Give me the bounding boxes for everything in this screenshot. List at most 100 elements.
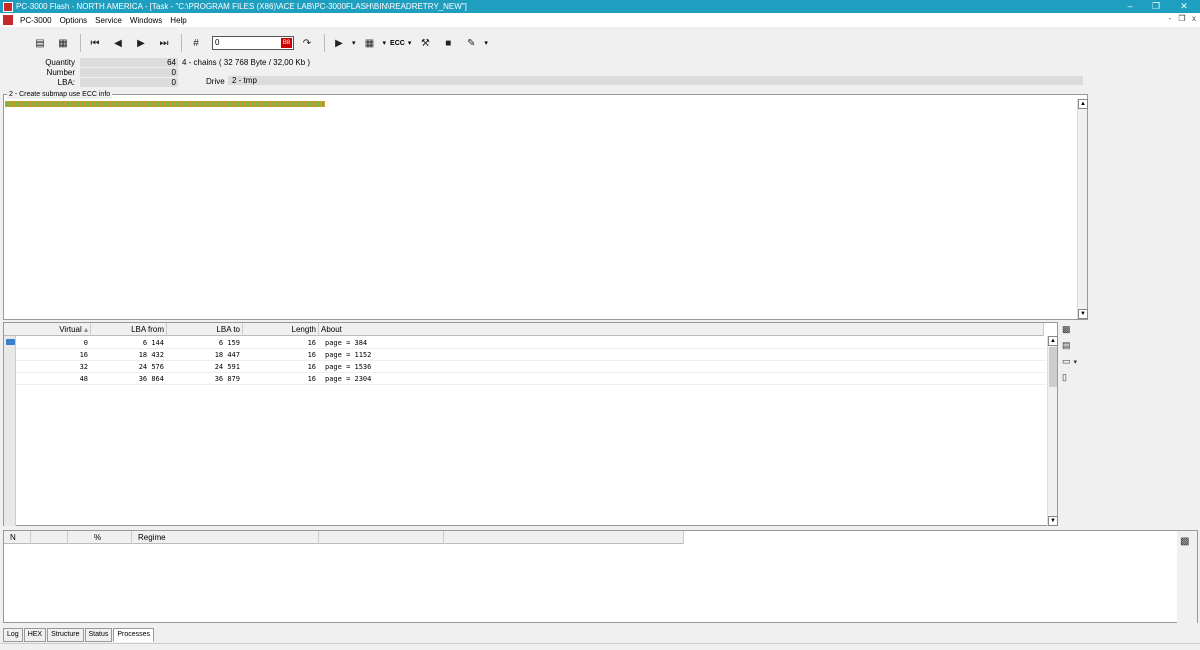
last-page-icon[interactable]: ⏭	[154, 33, 174, 53]
goto-input[interactable]: 0 B8	[212, 36, 294, 50]
header-percent[interactable]: %	[68, 531, 132, 544]
cell-lba-to: 6 159	[218, 339, 240, 347]
ecc-dropdown-icon[interactable]: ▾	[408, 39, 412, 47]
maximize-button[interactable]: ❐	[1142, 0, 1170, 13]
menu-windows[interactable]: Windows	[126, 16, 166, 25]
add-entry-icon[interactable]: ▩	[1062, 324, 1076, 336]
cell-lba-to: 24 591	[214, 363, 240, 371]
tab-status[interactable]: Status	[84, 628, 113, 642]
scroll-down-icon[interactable]: ▼	[1048, 516, 1058, 526]
grid-view-icon[interactable]: ▦	[360, 33, 380, 53]
tab-hex[interactable]: HEX	[23, 628, 47, 642]
cell-virtual: 32	[79, 363, 88, 371]
header-col5[interactable]	[319, 531, 444, 544]
table-tools: ▩ ▤ ▭ ▾ ▯	[1062, 324, 1092, 388]
toolbar: ▤ ▦ ⏮ ◀ ▶ ⏭ # 0 B8 ↷ ▶ ▾ ▦ ▾ ECC ▾ ⚒ ■ ✎…	[0, 30, 1200, 56]
number-label: Number	[46, 68, 75, 77]
scroll-up-icon[interactable]: ▲	[1048, 336, 1058, 346]
play-icon[interactable]: ▶	[329, 33, 349, 53]
header-about[interactable]: About	[319, 323, 1044, 336]
header-blank[interactable]	[31, 531, 68, 544]
tab-processes[interactable]: Processes	[113, 628, 155, 642]
play-dropdown-icon[interactable]: ▾	[352, 39, 356, 47]
toolbar-separator	[324, 34, 325, 52]
processes-header: N % Regime	[4, 531, 684, 544]
table-row[interactable]: 48 36 864 36 879 16 page = 2304	[16, 373, 1046, 385]
toolbar-separator	[80, 34, 81, 52]
grid-dropdown-icon[interactable]: ▾	[383, 39, 387, 47]
header-col6[interactable]	[444, 531, 684, 544]
status-line	[0, 643, 1200, 650]
processes-panel: N % Regime ▩	[3, 530, 1198, 623]
table-row[interactable]: 32 24 576 24 591 16 page = 1536	[16, 361, 1046, 373]
ecc-button[interactable]: ECC	[390, 40, 405, 47]
quantity-value: 64	[80, 58, 178, 67]
processes-side: ▩	[1177, 531, 1197, 623]
quantity-label: Quantity	[45, 58, 75, 67]
mdi-restore-button[interactable]: ❐	[1176, 14, 1188, 23]
bottom-tabs: Log HEX Structure Status Processes	[3, 628, 155, 642]
tab-log[interactable]: Log	[3, 628, 23, 642]
export-icon[interactable]: ↷	[297, 33, 317, 53]
cell-length: 16	[307, 351, 316, 359]
next-page-icon[interactable]: ▶	[131, 33, 151, 53]
scroll-down-icon[interactable]: ▼	[1078, 309, 1088, 319]
header-n[interactable]: N	[4, 531, 31, 544]
menu-service[interactable]: Service	[91, 16, 126, 25]
row-indicator-column	[4, 336, 16, 526]
cell-about: page = 1536	[325, 363, 372, 371]
mdi-minimize-button[interactable]: -	[1164, 14, 1176, 23]
header-lba-to[interactable]: LBA to	[167, 323, 243, 336]
processes-export-icon[interactable]: ▩	[1180, 536, 1189, 547]
copy-entry-icon[interactable]: ▤	[1062, 340, 1076, 352]
edit-dropdown-icon[interactable]: ▾	[1074, 359, 1078, 366]
lba-label: LBA:	[57, 78, 75, 87]
header-lba-from[interactable]: LBA from	[91, 323, 167, 336]
goto-go-button[interactable]: B8	[281, 38, 292, 48]
mdi-close-button[interactable]: x	[1188, 14, 1200, 23]
submap-legend: 2 - Create submap use ECC info	[7, 91, 113, 99]
tools-icon[interactable]: ⚒	[415, 33, 435, 53]
menu-options[interactable]: Options	[56, 16, 92, 25]
run-dropdown-icon[interactable]: ▾	[484, 39, 488, 47]
minimize-button[interactable]: –	[1116, 0, 1144, 13]
menu-help[interactable]: Help	[166, 16, 190, 25]
cell-lba-from: 18 432	[138, 351, 164, 359]
goto-input-value: 0	[215, 38, 220, 47]
scroll-thumb[interactable]	[1049, 347, 1057, 387]
cell-length: 16	[307, 375, 316, 383]
scroll-up-icon[interactable]: ▲	[1078, 99, 1088, 109]
goto-number-icon[interactable]: #	[186, 33, 206, 53]
stop-icon[interactable]: ■	[438, 33, 458, 53]
edit-entry-icon[interactable]: ▭ ▾	[1062, 356, 1078, 368]
header-regime[interactable]: Regime	[132, 531, 319, 544]
current-row-icon	[6, 339, 15, 345]
run-options-icon[interactable]: ✎	[461, 33, 481, 53]
header-virtual[interactable]: Virtual ▴	[16, 323, 91, 336]
menu-pc3000[interactable]: PC-3000	[16, 16, 56, 25]
table-row[interactable]: 0 6 144 6 159 16 page = 384	[16, 337, 1046, 349]
table-header: Virtual ▴ LBA from LBA to Length About	[4, 323, 1044, 336]
app-menu-icon[interactable]	[3, 15, 13, 25]
cell-virtual: 16	[79, 351, 88, 359]
chain-table: Virtual ▴ LBA from LBA to Length About 0…	[3, 322, 1058, 526]
close-button[interactable]: ✕	[1170, 0, 1198, 13]
submap-blocks	[5, 101, 325, 107]
header-length[interactable]: Length	[243, 323, 319, 336]
cell-length: 16	[307, 339, 316, 347]
table-row[interactable]: 16 18 432 18 447 16 page = 1152	[16, 349, 1046, 361]
submap-panel: 2 - Create submap use ECC info ▲ ▼	[3, 91, 1088, 320]
save-map-icon[interactable]: ▦	[53, 33, 73, 53]
first-page-icon[interactable]: ⏮	[85, 33, 105, 53]
tab-structure[interactable]: Structure	[47, 628, 84, 642]
submap-scrollbar[interactable]: ▲ ▼	[1077, 99, 1088, 319]
table-scrollbar[interactable]: ▲ ▼	[1047, 336, 1058, 526]
cell-about: page = 2304	[325, 375, 372, 383]
submap-block[interactable]	[320, 101, 325, 107]
cell-lba-from: 24 576	[138, 363, 164, 371]
prev-page-icon[interactable]: ◀	[108, 33, 128, 53]
drive-value: 2 - tmp	[228, 76, 1083, 85]
app-icon	[3, 1, 13, 12]
delete-entry-icon[interactable]: ▯	[1062, 372, 1076, 384]
open-map-icon[interactable]: ▤	[30, 33, 50, 53]
